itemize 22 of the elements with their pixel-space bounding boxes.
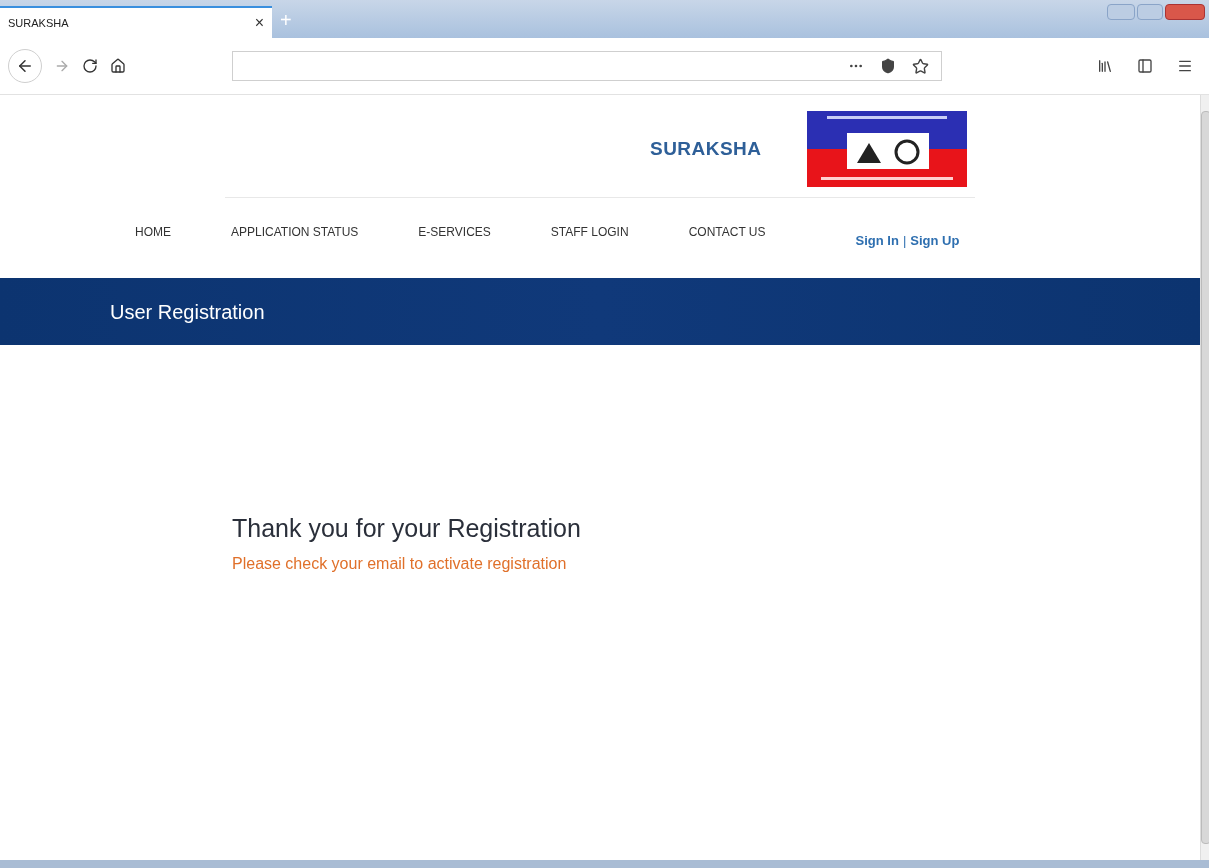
thank-you-heading: Thank you for your Registration (232, 513, 582, 544)
close-tab-button[interactable]: × (254, 15, 264, 31)
home-icon[interactable] (110, 58, 126, 74)
banner-title: User Registration (110, 299, 265, 325)
sign-in-link[interactable]: Sign In (855, 231, 899, 251)
site-title: SURAKSHA (650, 136, 762, 161)
reload-icon[interactable] (82, 58, 98, 74)
link-separator: | (902, 232, 907, 251)
sidebar-icon[interactable] (1137, 58, 1153, 74)
tab-title: SURAKSHA (8, 15, 69, 31)
browser-tab[interactable]: SURAKSHA × (0, 6, 272, 38)
nav-link[interactable]: APPLICATION STATUS (231, 223, 359, 241)
menu-icon[interactable] (1177, 58, 1193, 74)
nav-link[interactable]: CONTACT US (688, 223, 766, 241)
bookmark-icon[interactable] (912, 57, 929, 75)
nav-link[interactable]: HOME (135, 223, 171, 241)
nav-link[interactable]: E-SERVICES (418, 223, 491, 241)
scrollbar[interactable] (1200, 95, 1209, 860)
activation-note: Please check your email to activate registration (232, 553, 568, 574)
nav-link[interactable]: STAFF LOGIN (550, 223, 629, 241)
library-icon[interactable] (1097, 58, 1113, 74)
sign-up-link[interactable]: Sign Up (910, 231, 960, 251)
